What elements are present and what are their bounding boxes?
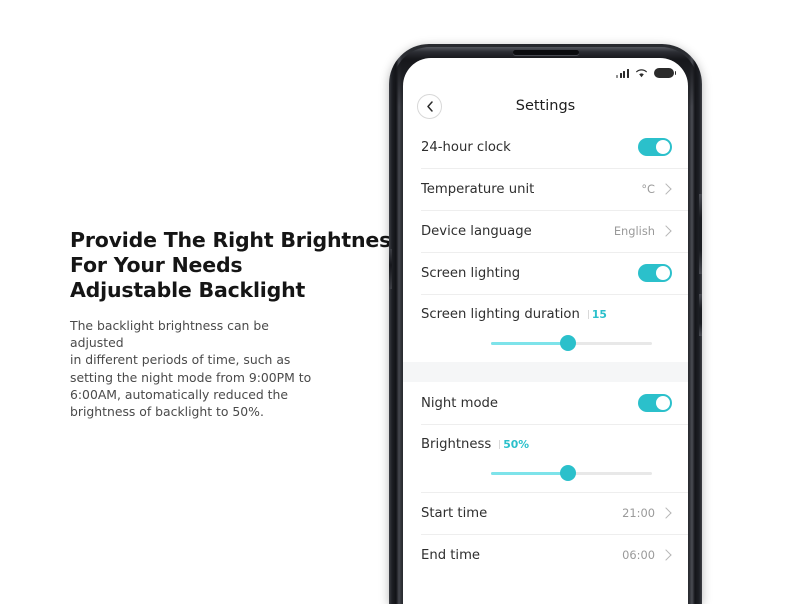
slider-screen-lighting-duration[interactable] xyxy=(491,335,652,351)
row-temperature-unit[interactable]: Temperature unit °C xyxy=(403,168,688,210)
row-value: 21:00 xyxy=(622,506,655,520)
slider-header: Screen lighting duration 15 xyxy=(421,305,672,323)
slider-thumb[interactable] xyxy=(560,465,577,481)
marketing-copy: Provide The Right Brightness For Your Ne… xyxy=(70,228,404,420)
settings-section-general: 24-hour clock Temperature unit °C Device… xyxy=(403,126,688,362)
wifi-icon xyxy=(636,69,647,78)
chevron-right-icon xyxy=(660,225,672,237)
headline-line-3: Adjustable Backlight xyxy=(70,278,306,302)
row-end-time[interactable]: End time 06:00 xyxy=(403,534,688,576)
description-line-2: in different periods of time, such as xyxy=(70,352,291,368)
section-divider xyxy=(403,362,688,382)
row-value: English xyxy=(613,224,655,238)
chevron-left-icon xyxy=(426,100,433,112)
toggle-24-hour-clock[interactable] xyxy=(638,137,672,157)
left-side-button[interactable] xyxy=(389,249,392,289)
status-bar xyxy=(403,58,688,86)
battery-full-icon xyxy=(654,67,677,79)
chevron-right-icon xyxy=(660,183,672,195)
chevron-right-icon xyxy=(660,507,672,519)
row-label: End time xyxy=(421,547,481,563)
toggle-screen-lighting[interactable] xyxy=(638,263,672,283)
slider-value: 15 xyxy=(591,308,607,321)
slider-thumb[interactable] xyxy=(560,335,577,351)
marketing-description: The backlight brightness can be adjusted… xyxy=(70,317,325,420)
row-night-mode[interactable]: Night mode xyxy=(403,382,688,424)
settings-section-night-mode: Night mode Brightness 50% Start time 21:… xyxy=(403,382,688,576)
divider xyxy=(587,310,589,319)
toggle-night-mode[interactable] xyxy=(638,393,672,413)
slider-header: Brightness 50% xyxy=(421,435,672,453)
description-line-4: 6:00AM, automatically reduced the xyxy=(70,386,289,402)
slider-value-group: 50% xyxy=(499,435,529,453)
chevron-right-icon xyxy=(660,549,672,561)
volume-rocker-button[interactable] xyxy=(699,194,702,274)
toggle-knob xyxy=(655,139,670,155)
page-title: Provide The Right Brightness For Your Ne… xyxy=(70,228,404,303)
row-label: Night mode xyxy=(421,395,499,411)
row-label: Screen lighting duration xyxy=(421,307,580,322)
toggle-knob xyxy=(655,395,670,411)
settings-list: 24-hour clock Temperature unit °C Device… xyxy=(403,126,688,576)
row-screen-lighting[interactable]: Screen lighting xyxy=(403,252,688,294)
row-label: Start time xyxy=(421,505,488,521)
phone-mockup: Settings 24-hour clock Temperature unit … xyxy=(389,44,702,604)
slider-value: 50% xyxy=(503,438,530,451)
row-value: 06:00 xyxy=(622,548,655,562)
row-label: Screen lighting xyxy=(421,265,521,281)
row-label: Brightness xyxy=(421,437,492,452)
divider xyxy=(499,440,501,449)
slider-fill xyxy=(491,471,569,475)
phone-screen: Settings 24-hour clock Temperature unit … xyxy=(403,58,688,604)
row-brightness[interactable]: Brightness 50% xyxy=(403,424,688,492)
slider-brightness[interactable] xyxy=(491,465,652,481)
headline-line-1: Provide The Right Brightness xyxy=(70,228,404,252)
toggle-knob xyxy=(655,265,670,281)
row-label: 24-hour clock xyxy=(421,139,511,155)
back-button[interactable] xyxy=(417,93,442,119)
row-label: Temperature unit xyxy=(421,181,535,197)
slider-fill xyxy=(491,341,569,345)
navigation-bar: Settings xyxy=(403,86,688,126)
row-label: Device language xyxy=(421,223,532,239)
row-24-hour-clock[interactable]: 24-hour clock xyxy=(403,126,688,168)
earpiece-speaker xyxy=(512,50,579,55)
row-value: °C xyxy=(641,182,655,196)
page-header-title: Settings xyxy=(515,98,576,114)
description-line-5: brightness of backlight to 50%. xyxy=(70,404,264,420)
row-device-language[interactable]: Device language English xyxy=(403,210,688,252)
power-button[interactable] xyxy=(699,294,702,336)
description-line-3: setting the night mode from 9:00PM to xyxy=(70,369,312,385)
row-start-time[interactable]: Start time 21:00 xyxy=(403,492,688,534)
slider-value-group: 15 xyxy=(587,305,607,323)
description-line-1: The backlight brightness can be adjusted xyxy=(70,318,269,351)
row-screen-lighting-duration[interactable]: Screen lighting duration 15 xyxy=(403,294,688,362)
signal-bars-icon xyxy=(616,68,629,78)
headline-line-2: For Your Needs xyxy=(70,253,243,277)
